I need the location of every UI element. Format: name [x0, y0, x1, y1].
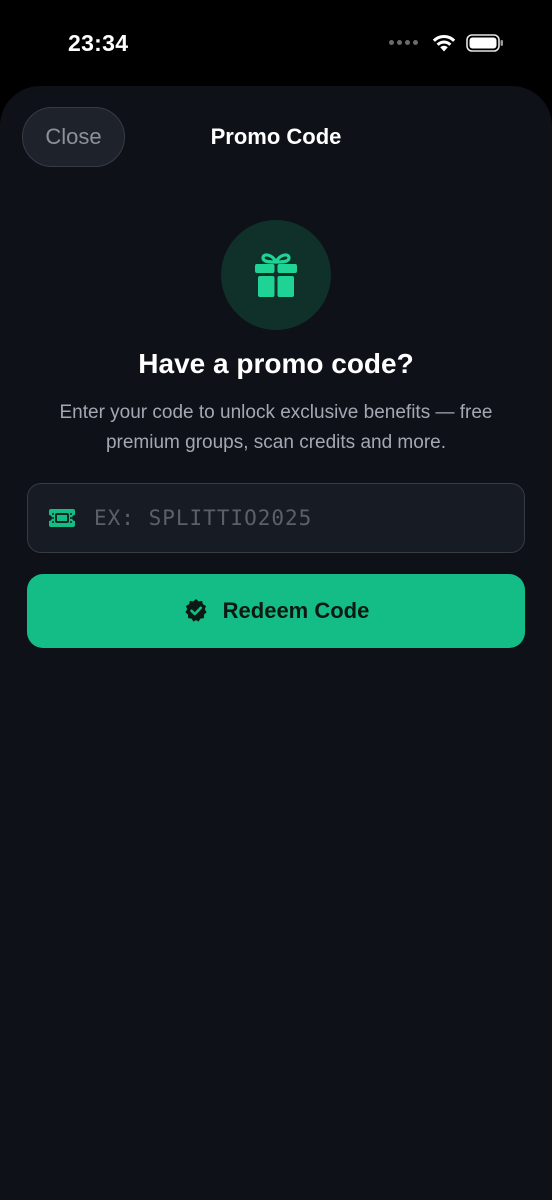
battery-icon — [466, 33, 503, 52]
gift-icon — [255, 253, 297, 297]
status-bar: 23:34 — [0, 0, 552, 86]
promo-description: Enter your code to unlock exclusive bene… — [59, 402, 493, 453]
promo-code-field[interactable] — [27, 483, 525, 553]
wifi-icon — [432, 34, 456, 52]
sheet-title: Promo Code — [210, 124, 342, 149]
redeem-code-label: Redeem Code — [222, 598, 370, 623]
promo-code-sheet: Close Promo Code Have a promo code? Ente… — [0, 86, 552, 1200]
verified-badge-icon — [185, 599, 207, 622]
promo-code-input[interactable] — [94, 498, 474, 538]
status-icons — [389, 33, 504, 52]
redeem-code-button[interactable]: Redeem Code — [27, 574, 525, 648]
ticket-icon — [48, 508, 76, 528]
gift-badge — [221, 220, 331, 330]
cellular-signal-icon — [389, 40, 418, 45]
status-time: 23:34 — [68, 30, 129, 56]
promo-headline: Have a promo code? — [138, 348, 414, 379]
